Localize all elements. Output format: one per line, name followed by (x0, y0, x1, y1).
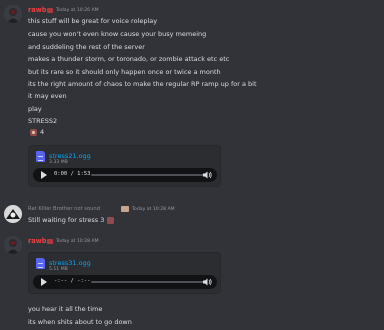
volume-icon[interactable] (203, 171, 212, 179)
audio-time: 0:00 / 1:53 (54, 171, 91, 177)
author-name[interactable]: Rat Killer Brother not sound (28, 206, 100, 212)
timestamp: Today at 10:28 AM (56, 239, 99, 244)
message-line: its when shits about to go down (28, 318, 132, 326)
emoji-icon (107, 217, 114, 224)
message-line: you hear it all the time (28, 305, 103, 313)
role-tag-icon (47, 8, 53, 13)
author-name[interactable]: rawb (28, 6, 47, 14)
avatar[interactable] (4, 236, 22, 254)
file-audio-icon (36, 151, 45, 162)
attachment-file-name[interactable]: stress31.ogg (49, 259, 91, 267)
message-line: Still waiting for stress 3 (28, 216, 105, 224)
message-group-rawb-1: rawb Today at 10:26 AM this stuff will b… (0, 0, 384, 200)
avatar[interactable] (4, 5, 22, 23)
message-line: and suddeling the rest of the server (28, 43, 145, 51)
role-tag-icon (121, 206, 129, 212)
reaction-emoji-icon (30, 128, 37, 136)
audio-time: -:-- / -:-- (54, 278, 91, 284)
message-group-2: Rat Killer Brother not sound Today at 10… (0, 200, 384, 230)
volume-icon[interactable] (203, 278, 212, 286)
attachment-file-name[interactable]: stress21.ogg (49, 152, 91, 160)
audio-player: 0:00 / 1:53 (33, 168, 217, 182)
file-audio-icon (36, 258, 45, 269)
message-group-rawb-2: rawb Today at 10:28 AM stress31.ogg 5.11… (0, 232, 384, 330)
reaction-count: 4 (40, 128, 45, 136)
message-line: cause you won't even know cause your bus… (28, 30, 207, 38)
audio-player: -:-- / -:-- (33, 275, 217, 289)
audio-attachment: stress31.ogg 5.11 MB -:-- / -:-- (28, 252, 221, 294)
audio-attachment: stress21.ogg 3.33 MB 0:00 / 1:53 (28, 145, 221, 187)
message-line: this stuff will be great for voice rolep… (28, 17, 158, 25)
attachment-file-size: 5.11 MB (49, 267, 68, 272)
avatar[interactable] (4, 205, 22, 223)
message-line: STRESS2 (28, 117, 58, 125)
attachment-file-size: 3.33 MB (49, 160, 68, 165)
message-line: play (28, 105, 42, 113)
timestamp: Today at 10:28 AM (132, 207, 175, 212)
role-tag-icon (47, 239, 53, 244)
message-line: but its rare so it should only happen on… (28, 68, 221, 76)
audio-progress-bar[interactable] (91, 174, 205, 176)
play-icon[interactable] (41, 171, 47, 179)
message-line: makes a thunder storm, or toronado, or z… (28, 55, 230, 63)
timestamp: Today at 10:26 AM (56, 8, 99, 13)
audio-progress-bar[interactable] (91, 281, 205, 283)
play-icon[interactable] (41, 278, 47, 286)
author-name[interactable]: rawb (28, 237, 47, 245)
message-line: its the right amount of chaos to make th… (28, 80, 257, 88)
reaction[interactable]: 4 (28, 127, 50, 137)
message-line: it may even (28, 92, 67, 100)
